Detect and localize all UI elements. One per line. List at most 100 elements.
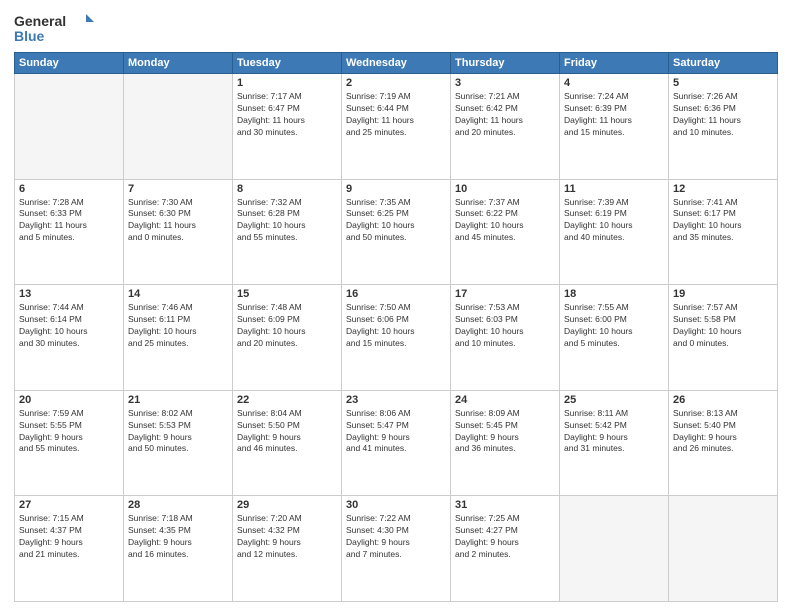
- week-row-5: 27 Sunrise: 7:15 AMSunset: 4:37 PMDayligh…: [15, 496, 778, 602]
- day-number: 3: [455, 77, 555, 89]
- day-detail: Sunrise: 7:44 AMSunset: 6:14 PMDaylight:…: [19, 302, 119, 350]
- day-number: 14: [128, 288, 228, 300]
- day-detail: Sunrise: 7:55 AMSunset: 6:00 PMDaylight:…: [564, 302, 664, 350]
- day-number: 23: [346, 394, 446, 406]
- calendar-cell: [15, 74, 124, 180]
- calendar-cell: 20 Sunrise: 7:59 AMSunset: 5:55 PMDayligh…: [15, 390, 124, 496]
- day-number: 6: [19, 183, 119, 195]
- day-number: 11: [564, 183, 664, 195]
- calendar-cell: 24 Sunrise: 8:09 AMSunset: 5:45 PMDayligh…: [451, 390, 560, 496]
- calendar-cell: 19 Sunrise: 7:57 AMSunset: 5:58 PMDayligh…: [669, 285, 778, 391]
- calendar-cell: 31 Sunrise: 7:25 AMSunset: 4:27 PMDayligh…: [451, 496, 560, 602]
- day-detail: Sunrise: 7:59 AMSunset: 5:55 PMDaylight:…: [19, 408, 119, 456]
- calendar-cell: 16 Sunrise: 7:50 AMSunset: 6:06 PMDayligh…: [342, 285, 451, 391]
- calendar-header-row: SundayMondayTuesdayWednesdayThursdayFrid…: [15, 53, 778, 74]
- calendar-cell: 7Sunrise: 7:30 AMSunset: 6:30 PMDaylight…: [124, 179, 233, 285]
- calendar-cell: 17 Sunrise: 7:53 AMSunset: 6:03 PMDayligh…: [451, 285, 560, 391]
- day-detail: Sunrise: 7:39 AMSunset: 6:19 PMDaylight:…: [564, 197, 664, 245]
- calendar-cell: 14 Sunrise: 7:46 AMSunset: 6:11 PMDayligh…: [124, 285, 233, 391]
- logo: General Blue: [14, 10, 94, 46]
- day-number: 26: [673, 394, 773, 406]
- day-number: 17: [455, 288, 555, 300]
- day-detail: Sunrise: 8:04 AMSunset: 5:50 PMDaylight:…: [237, 408, 337, 456]
- day-number: 16: [346, 288, 446, 300]
- calendar-cell: 15Sunrise: 7:48 AMSunset: 6:09 PMDayligh…: [233, 285, 342, 391]
- day-number: 2: [346, 77, 446, 89]
- day-detail: Sunrise: 7:32 AMSunset: 6:28 PMDaylight:…: [237, 197, 337, 245]
- col-header-saturday: Saturday: [669, 53, 778, 74]
- calendar-cell: 13Sunrise: 7:44 AMSunset: 6:14 PMDayligh…: [15, 285, 124, 391]
- day-detail: Sunrise: 7:41 AMSunset: 6:17 PMDaylight:…: [673, 197, 773, 245]
- header: General Blue: [14, 10, 778, 46]
- day-detail: Sunrise: 7:19 AMSunset: 6:44 PMDaylight:…: [346, 91, 446, 139]
- day-detail: Sunrise: 7:26 AMSunset: 6:36 PMDaylight:…: [673, 91, 773, 139]
- day-detail: Sunrise: 8:09 AMSunset: 5:45 PMDaylight:…: [455, 408, 555, 456]
- col-header-tuesday: Tuesday: [233, 53, 342, 74]
- calendar-cell: 2 Sunrise: 7:19 AMSunset: 6:44 PMDaylight…: [342, 74, 451, 180]
- day-detail: Sunrise: 7:15 AMSunset: 4:37 PMDaylight:…: [19, 513, 119, 561]
- calendar-cell: 30 Sunrise: 7:22 AMSunset: 4:30 PMDayligh…: [342, 496, 451, 602]
- day-number: 10: [455, 183, 555, 195]
- day-number: 21: [128, 394, 228, 406]
- calendar-cell: [669, 496, 778, 602]
- day-detail: Sunrise: 7:53 AMSunset: 6:03 PMDaylight:…: [455, 302, 555, 350]
- calendar-cell: 23 Sunrise: 8:06 AMSunset: 5:47 PMDayligh…: [342, 390, 451, 496]
- day-number: 24: [455, 394, 555, 406]
- day-number: 29: [237, 499, 337, 511]
- day-number: 22: [237, 394, 337, 406]
- day-number: 9: [346, 183, 446, 195]
- page: General Blue SundayMondayTuesdayWednesda…: [0, 0, 792, 612]
- calendar-cell: 1Sunrise: 7:17 AMSunset: 6:47 PMDaylight…: [233, 74, 342, 180]
- day-detail: Sunrise: 7:20 AMSunset: 4:32 PMDaylight:…: [237, 513, 337, 561]
- calendar-cell: [560, 496, 669, 602]
- day-detail: Sunrise: 7:25 AMSunset: 4:27 PMDaylight:…: [455, 513, 555, 561]
- day-number: 5: [673, 77, 773, 89]
- week-row-2: 6 Sunrise: 7:28 AMSunset: 6:33 PMDaylight…: [15, 179, 778, 285]
- calendar-cell: 25Sunrise: 8:11 AMSunset: 5:42 PMDayligh…: [560, 390, 669, 496]
- col-header-wednesday: Wednesday: [342, 53, 451, 74]
- day-detail: Sunrise: 7:46 AMSunset: 6:11 PMDaylight:…: [128, 302, 228, 350]
- calendar-cell: 12 Sunrise: 7:41 AMSunset: 6:17 PMDayligh…: [669, 179, 778, 285]
- calendar-cell: 3Sunrise: 7:21 AMSunset: 6:42 PMDaylight…: [451, 74, 560, 180]
- col-header-friday: Friday: [560, 53, 669, 74]
- calendar-cell: 8 Sunrise: 7:32 AMSunset: 6:28 PMDaylight…: [233, 179, 342, 285]
- day-number: 28: [128, 499, 228, 511]
- day-number: 31: [455, 499, 555, 511]
- svg-text:General: General: [14, 13, 66, 29]
- calendar-cell: 28Sunrise: 7:18 AMSunset: 4:35 PMDayligh…: [124, 496, 233, 602]
- day-number: 30: [346, 499, 446, 511]
- day-detail: Sunrise: 7:50 AMSunset: 6:06 PMDaylight:…: [346, 302, 446, 350]
- day-detail: Sunrise: 7:35 AMSunset: 6:25 PMDaylight:…: [346, 197, 446, 245]
- calendar-cell: 5 Sunrise: 7:26 AMSunset: 6:36 PMDaylight…: [669, 74, 778, 180]
- day-detail: Sunrise: 8:06 AMSunset: 5:47 PMDaylight:…: [346, 408, 446, 456]
- day-number: 18: [564, 288, 664, 300]
- calendar-cell: 10 Sunrise: 7:37 AMSunset: 6:22 PMDayligh…: [451, 179, 560, 285]
- day-number: 20: [19, 394, 119, 406]
- calendar-cell: [124, 74, 233, 180]
- day-detail: Sunrise: 8:13 AMSunset: 5:40 PMDaylight:…: [673, 408, 773, 456]
- col-header-sunday: Sunday: [15, 53, 124, 74]
- day-detail: Sunrise: 7:48 AMSunset: 6:09 PMDaylight:…: [237, 302, 337, 350]
- day-detail: Sunrise: 7:57 AMSunset: 5:58 PMDaylight:…: [673, 302, 773, 350]
- day-detail: Sunrise: 7:37 AMSunset: 6:22 PMDaylight:…: [455, 197, 555, 245]
- svg-text:Blue: Blue: [14, 28, 45, 44]
- calendar-cell: 21Sunrise: 8:02 AMSunset: 5:53 PMDayligh…: [124, 390, 233, 496]
- day-number: 12: [673, 183, 773, 195]
- calendar-cell: 4 Sunrise: 7:24 AMSunset: 6:39 PMDaylight…: [560, 74, 669, 180]
- calendar-cell: 29 Sunrise: 7:20 AMSunset: 4:32 PMDayligh…: [233, 496, 342, 602]
- day-detail: Sunrise: 7:17 AMSunset: 6:47 PMDaylight:…: [237, 91, 337, 139]
- day-number: 27: [19, 499, 119, 511]
- week-row-3: 13Sunrise: 7:44 AMSunset: 6:14 PMDayligh…: [15, 285, 778, 391]
- day-detail: Sunrise: 7:22 AMSunset: 4:30 PMDaylight:…: [346, 513, 446, 561]
- calendar-cell: 11 Sunrise: 7:39 AMSunset: 6:19 PMDayligh…: [560, 179, 669, 285]
- day-number: 25: [564, 394, 664, 406]
- day-detail: Sunrise: 7:24 AMSunset: 6:39 PMDaylight:…: [564, 91, 664, 139]
- week-row-4: 20 Sunrise: 7:59 AMSunset: 5:55 PMDayligh…: [15, 390, 778, 496]
- col-header-monday: Monday: [124, 53, 233, 74]
- day-number: 8: [237, 183, 337, 195]
- calendar-cell: 26 Sunrise: 8:13 AMSunset: 5:40 PMDayligh…: [669, 390, 778, 496]
- day-number: 19: [673, 288, 773, 300]
- day-number: 4: [564, 77, 664, 89]
- calendar-cell: 9 Sunrise: 7:35 AMSunset: 6:25 PMDaylight…: [342, 179, 451, 285]
- day-detail: Sunrise: 7:28 AMSunset: 6:33 PMDaylight:…: [19, 197, 119, 245]
